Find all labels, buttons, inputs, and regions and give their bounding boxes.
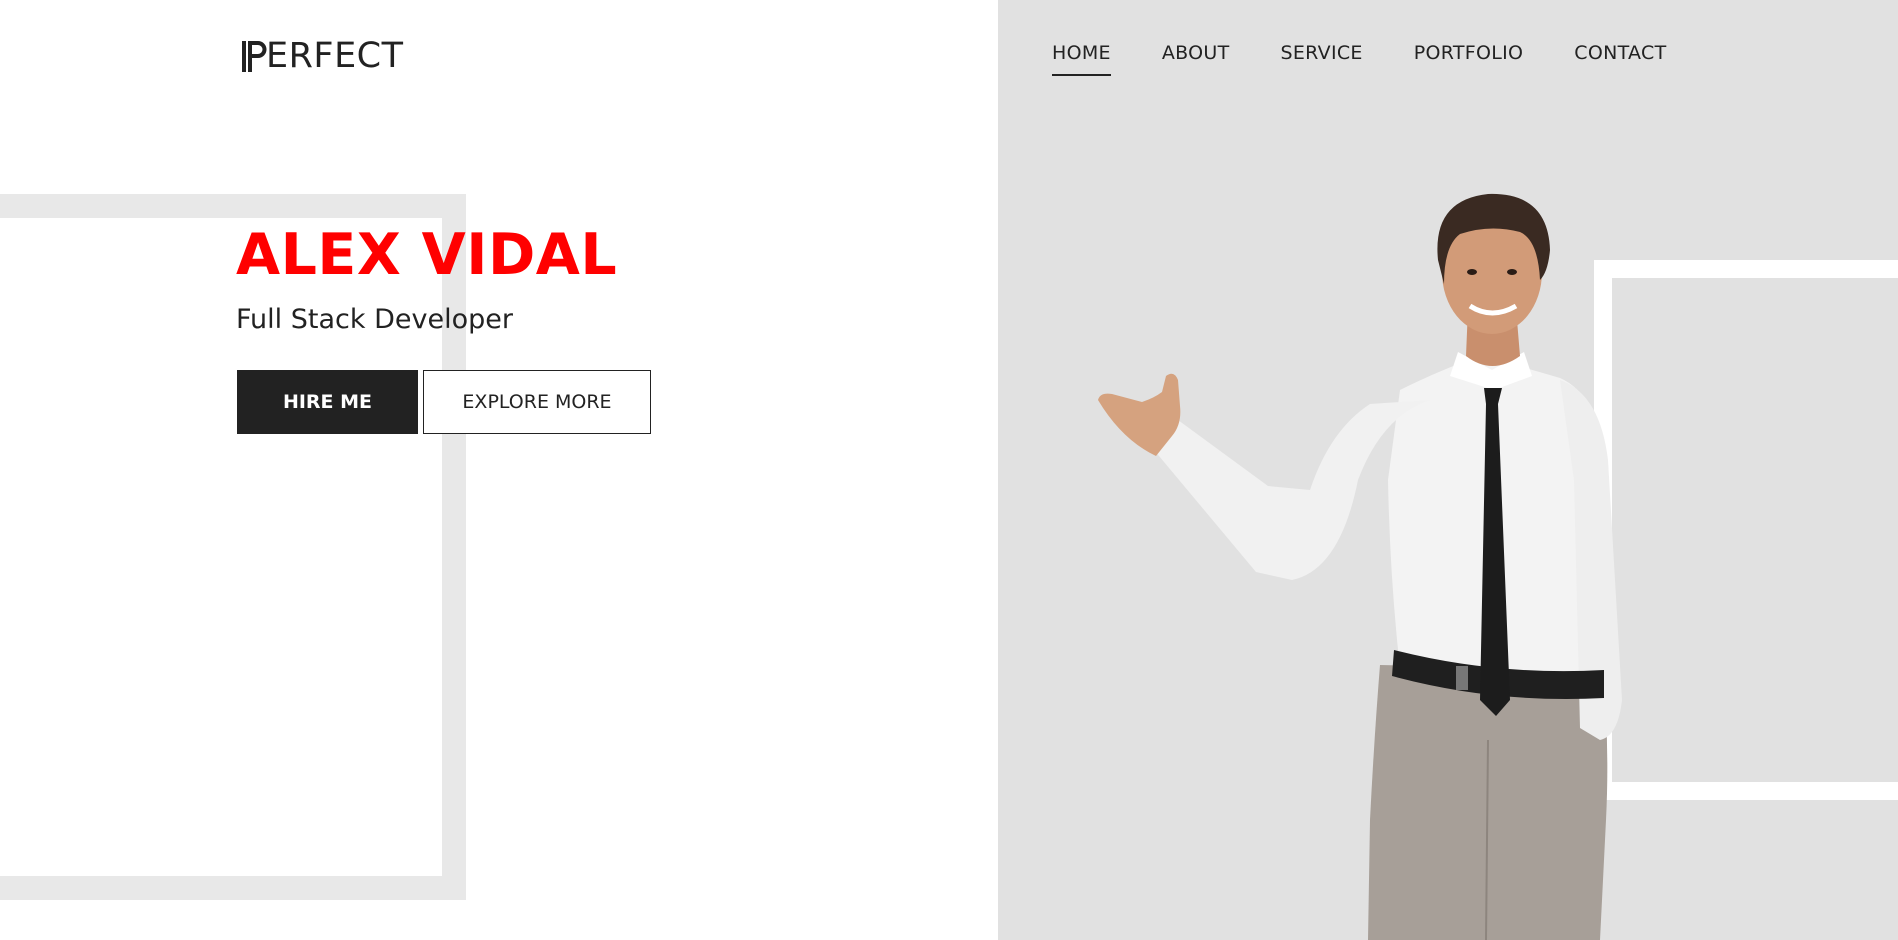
nav-item-contact[interactable]: CONTACT [1574, 42, 1666, 74]
nav-item-home[interactable]: HOME [1052, 42, 1111, 76]
hire-me-button[interactable]: HIRE ME [237, 370, 418, 434]
hero-role: Full Stack Developer [236, 304, 513, 335]
hero-name: ALEX VIDAL [236, 222, 618, 288]
explore-more-button[interactable]: EXPLORE MORE [423, 370, 651, 434]
main-nav: HOME ABOUT SERVICE PORTFOLIO CONTACT [1052, 42, 1667, 76]
hero-page: ERFECT HOME ABOUT SERVICE PORTFOLIO CONT… [0, 0, 1898, 940]
nav-item-service[interactable]: SERVICE [1281, 42, 1363, 74]
site-logo[interactable]: ERFECT [240, 36, 404, 76]
nav-item-portfolio[interactable]: PORTFOLIO [1414, 42, 1524, 74]
logo-p-mark-icon [240, 38, 268, 74]
logo-text: ERFECT [266, 36, 404, 76]
nav-item-about[interactable]: ABOUT [1162, 42, 1230, 74]
decorative-frame-left [0, 194, 466, 900]
businessman-photo [1098, 193, 1622, 940]
